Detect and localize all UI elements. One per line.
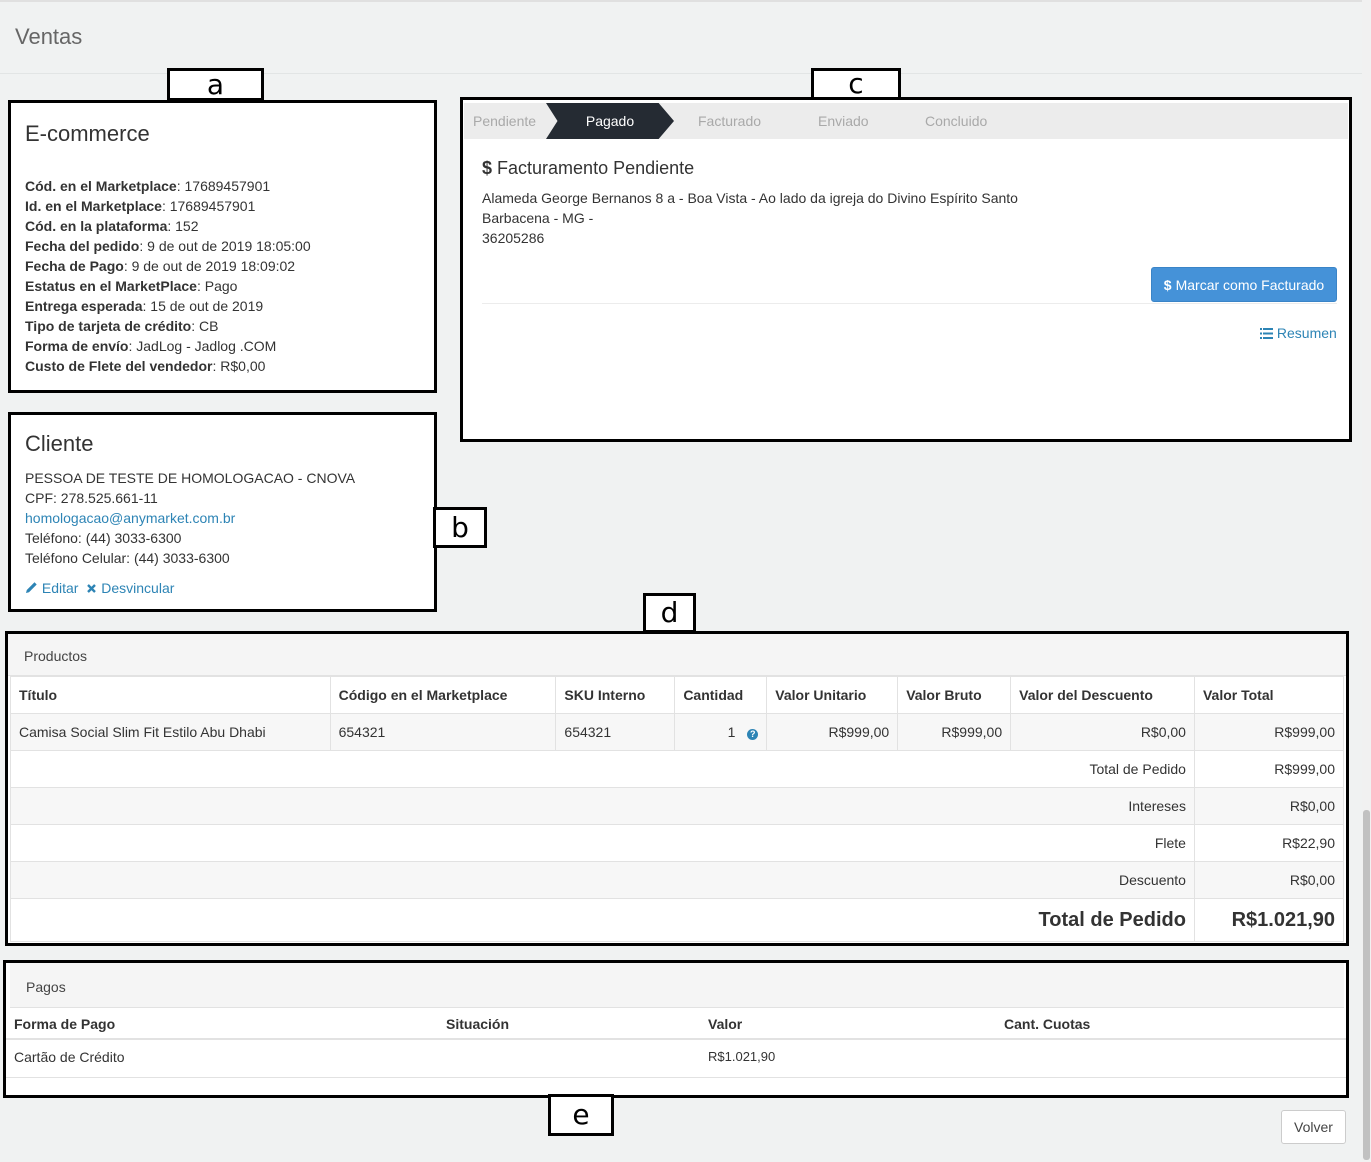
payments-title: Pagos [26,979,66,995]
field-seller-freight: Custo de Flete del vendedor: R$0,00 [25,358,266,374]
pencil-icon [26,582,37,593]
grand-total-row: Total de Pedido R$1.021,90 [10,898,1345,942]
col-cantidad[interactable]: Cantidad [674,676,768,714]
client-title: Cliente [25,431,94,456]
client-info: PESSOA DE TESTE DE HOMOLOGACAO - CNOVA C… [25,468,425,568]
product-sku: 654321 [555,713,676,751]
product-title: Camisa Social Slim Fit Estilo Abu Dhabi [10,713,331,751]
table-row: Cartão de Crédito R$1.021,90 [6,1042,1346,1078]
col-sku[interactable]: SKU Interno [555,676,676,714]
close-icon [87,584,97,593]
dollar-icon: $ [482,158,493,178]
field-marketplace-code: Cód. en el Marketplace: 17689457901 [25,178,271,194]
step-concluido[interactable]: Concluido [925,103,987,139]
field-card-type: Tipo de tarjeta de crédito: CB [25,318,219,334]
payment-method: Cartão de Crédito [14,1049,125,1065]
totals-row-interest: Intereses R$0,00 [10,787,1345,825]
grand-total-value: R$1.021,90 [1193,898,1345,942]
products-header: Productos [8,634,1346,676]
products-table-wrap: Título Código en el Marketplace SKU Inte… [10,676,1345,942]
marker-b: b [433,507,487,548]
step-pagado[interactable]: Pagado [546,103,674,139]
marker-e: e [548,1094,614,1136]
col-unitario[interactable]: Valor Unitario [766,676,899,714]
col-descuento[interactable]: Valor del Descuento [1010,676,1195,714]
col-forma-pago[interactable]: Forma de Pago [14,1016,115,1032]
dollar-icon: $ [1163,276,1172,293]
payments-panel: Pagos Forma de Pago Situación Valor Cant… [3,960,1349,1098]
totals-row-freight: Flete R$22,90 [10,824,1345,862]
client-name: PESSOA DE TESTE DE HOMOLOGACAO - CNOVA [25,470,356,486]
list-icon [1260,328,1273,339]
product-code: 654321 [329,713,557,751]
edit-client-link[interactable]: Editar [25,580,82,596]
mark-invoiced-button[interactable]: $ Marcar como Facturado [1151,267,1337,302]
col-bruto[interactable]: Valor Bruto [897,676,1012,714]
step-pendiente[interactable]: Pendiente [473,103,536,139]
payment-value: R$1.021,90 [708,1049,776,1064]
ecommerce-panel: E-commerce Cód. en el Marketplace: 17689… [8,100,437,393]
field-platform-code: Cód. en la plataforma: 152 [25,218,199,234]
product-total-value: R$999,00 [1193,713,1345,751]
ecommerce-fields: Cód. en el Marketplace: 17689457901 Id. … [25,176,425,376]
payments-col-headers: Forma de Pago Situación Valor Cant. Cuot… [6,1008,1346,1040]
field-payment-date: Fecha de Pago: 9 de out de 2019 18:09:02 [25,258,296,274]
marker-d: d [643,593,696,633]
step-facturado[interactable]: Facturado [698,103,761,139]
page-header: Ventas [0,0,1371,74]
status-divider [482,303,1337,304]
products-panel: Productos Título Código en el Marketplac… [5,631,1349,946]
col-cuotas[interactable]: Cant. Cuotas [1004,1016,1090,1032]
unlink-client-link[interactable]: Desvincular [86,580,174,596]
totals-row-discount: Descuento R$0,00 [10,861,1345,899]
product-unit-value: R$999,00 [766,713,899,751]
product-discount-value: R$0,00 [1010,713,1195,751]
summary-link[interactable]: Resumen [1260,325,1337,341]
col-total[interactable]: Valor Total [1193,676,1345,714]
products-title: Productos [24,648,88,664]
shipping-address: Alameda George Bernanos 8 a - Boa Vista … [482,190,1018,246]
back-button[interactable]: Volver [1281,1110,1346,1144]
client-cpf: CPF: 278.525.661-11 [25,490,158,506]
client-mobile: Teléfono Celular: (44) 3033-6300 [25,550,230,566]
page-title: Ventas [15,24,83,49]
client-panel: Cliente PESSOA DE TESTE DE HOMOLOGACAO -… [8,412,437,612]
client-phone: Teléfono: (44) 3033-6300 [25,530,182,546]
status-wizard: Pendiente Pagado Facturado Enviado Concl… [464,103,1348,139]
billing-heading: $ Facturamento Pendiente [482,158,695,178]
field-marketplace-status: Estatus en el MarketPlace: Pago [25,278,238,294]
totals-row-order: Total de Pedido R$999,00 [10,750,1345,788]
field-expected-delivery: Entrega esperada: 15 de out de 2019 [25,298,264,314]
col-codigo[interactable]: Código en el Marketplace [329,676,557,714]
ecommerce-title: E-commerce [25,121,150,146]
marker-c: c [811,68,901,100]
marker-a: a [167,68,264,101]
scrollbar-thumb[interactable] [1363,810,1370,1160]
grand-total-label: Total de Pedido [10,898,1195,942]
field-shipping-method: Forma de envío: JadLog - Jadlog .COM [25,338,277,354]
products-header-row: Título Código en el Marketplace SKU Inte… [10,676,1345,714]
table-row: Camisa Social Slim Fit Estilo Abu Dhabi … [10,713,1345,751]
field-marketplace-id: Id. en el Marketplace: 17689457901 [25,198,256,214]
product-gross-value: R$999,00 [897,713,1012,751]
col-situacion[interactable]: Situación [446,1016,509,1032]
col-valor[interactable]: Valor [708,1016,742,1032]
field-order-date: Fecha del pedido: 9 de out de 2019 18:05… [25,238,311,254]
product-quantity: 1 ? [674,713,768,751]
help-icon[interactable]: ? [747,729,759,740]
products-table: Título Código en el Marketplace SKU Inte… [10,676,1345,942]
client-email-link[interactable]: homologacao@anymarket.com.br [25,508,425,528]
payments-header: Pagos [10,963,1344,1008]
step-enviado[interactable]: Enviado [818,103,869,139]
client-actions: Editar Desvincular [25,578,174,598]
col-titulo[interactable]: Título [10,676,331,714]
